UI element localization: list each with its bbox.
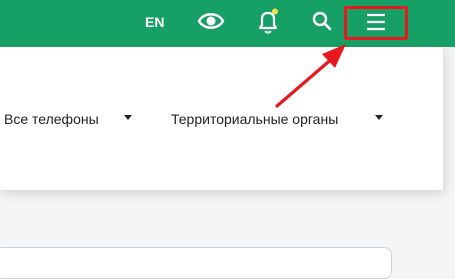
top-header-bar: EN <box>0 0 455 47</box>
nav-all-phones[interactable]: Все телефоны <box>4 110 99 128</box>
eye-icon[interactable] <box>197 10 225 32</box>
caret-down-icon[interactable] <box>124 115 132 120</box>
caret-down-icon[interactable] <box>375 115 383 120</box>
language-switch-en[interactable]: EN <box>145 13 169 31</box>
notification-dot <box>272 8 278 15</box>
menu-highlight-box <box>344 6 408 40</box>
content-card <box>0 247 392 279</box>
nav-territorial-organs[interactable]: Территориальные органы <box>171 110 338 128</box>
bell-icon[interactable] <box>256 7 280 35</box>
search-icon[interactable] <box>310 9 334 33</box>
